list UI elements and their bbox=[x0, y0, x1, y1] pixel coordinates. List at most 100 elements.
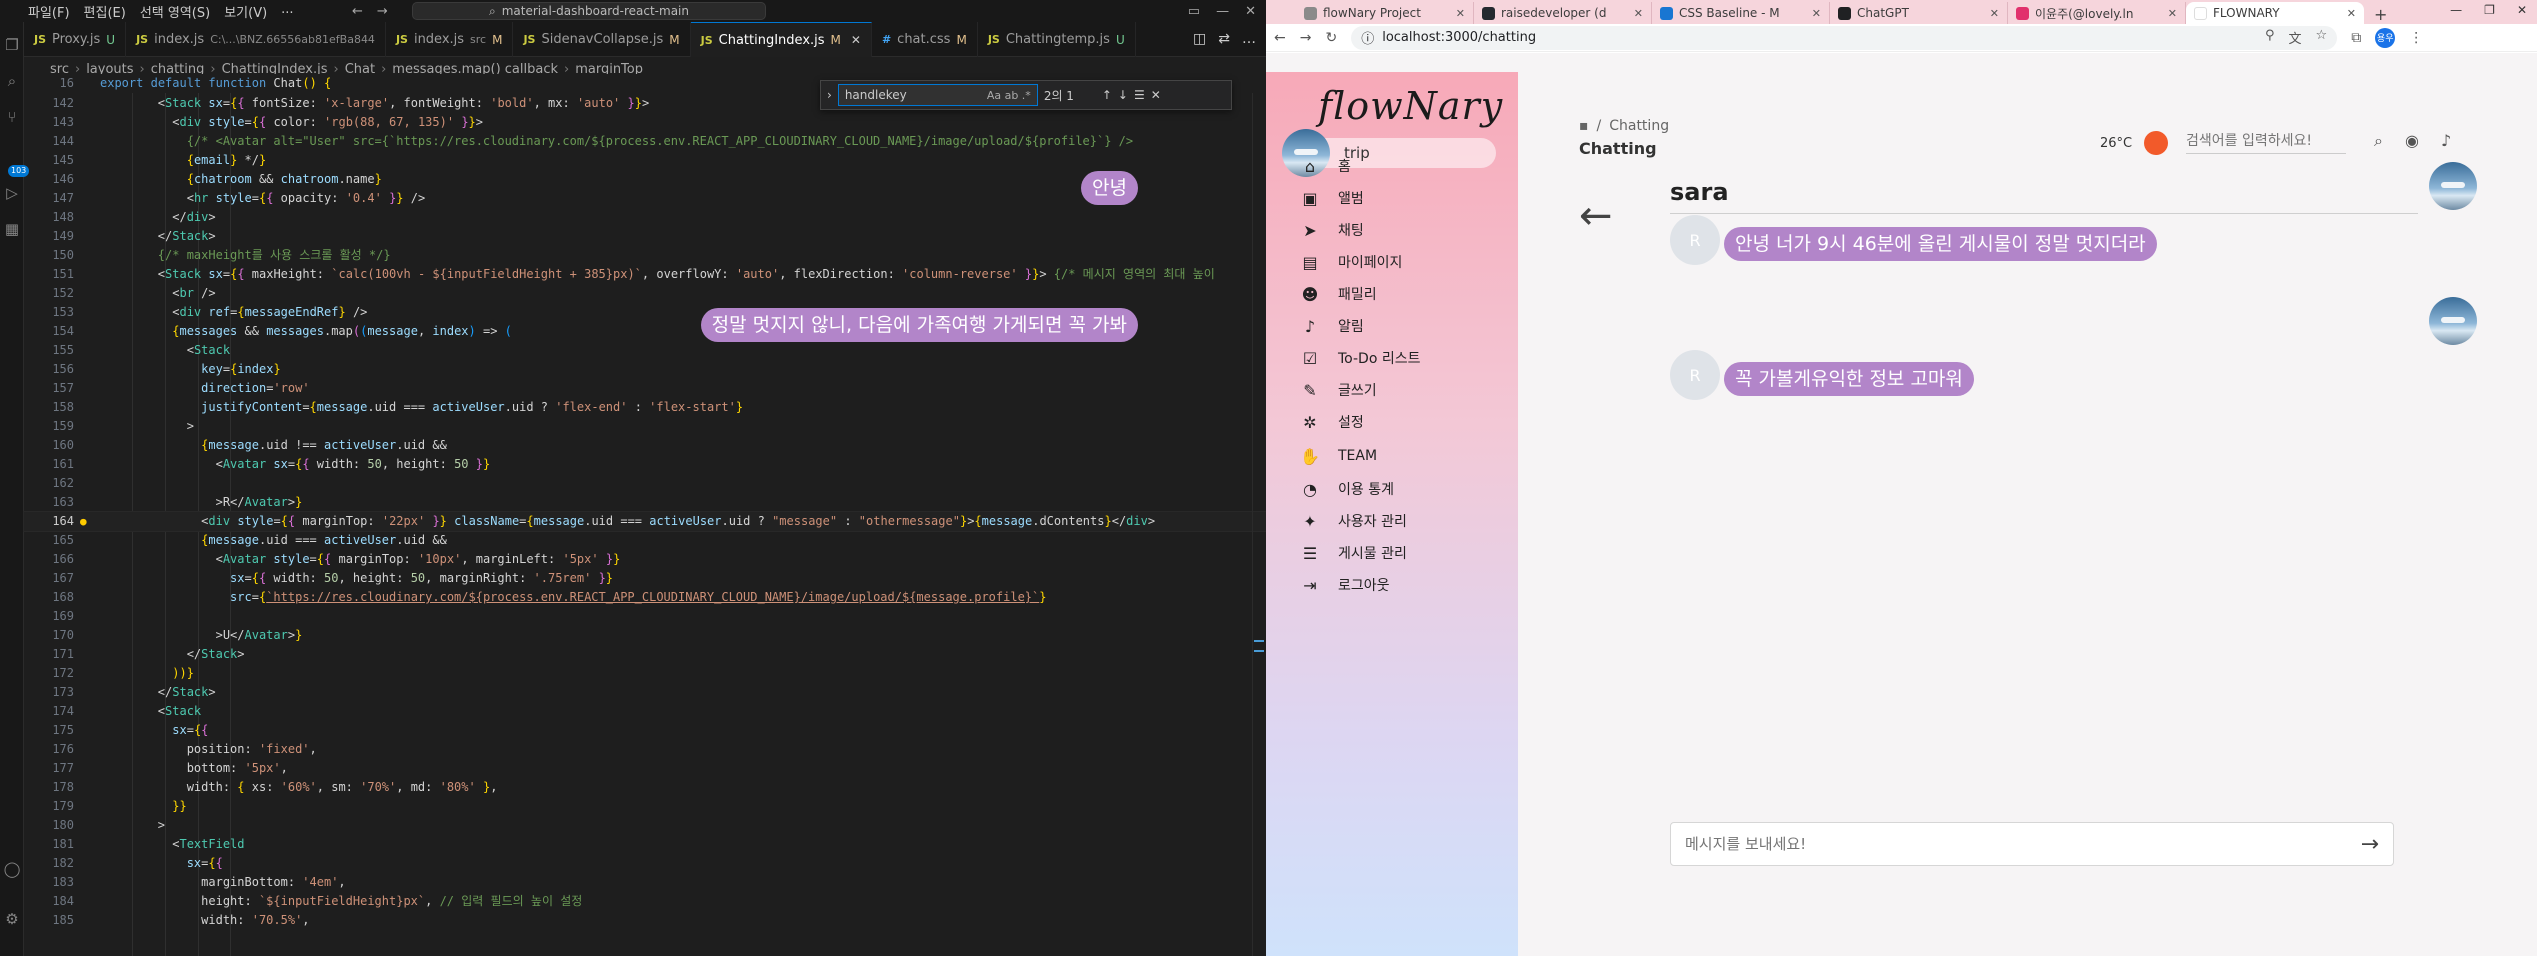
close-tab-icon[interactable]: ✕ bbox=[1634, 7, 1643, 20]
notification-bell-icon[interactable]: ♪ bbox=[2441, 131, 2451, 151]
back-arrow-icon[interactable]: ← bbox=[1274, 30, 1286, 46]
sidenav-item[interactable]: ♪ 알림 bbox=[1300, 310, 1364, 342]
close-tab-icon[interactable]: ✕ bbox=[1456, 7, 1465, 20]
sidenav-item[interactable]: ⌂ 홈 bbox=[1300, 150, 1351, 182]
forward-arrow-icon[interactable]: → bbox=[1300, 30, 1312, 46]
toggle-replace-icon[interactable]: › bbox=[827, 88, 832, 102]
browser-tab[interactable]: 이윤주(@lovely.ln ✕ bbox=[2008, 2, 2186, 24]
code-line[interactable]: 149 </Stack> bbox=[24, 227, 1266, 246]
location-icon[interactable]: ⚲ bbox=[2265, 28, 2275, 47]
code-line[interactable]: 144 {/* <Avatar alt="User" src={`https:/… bbox=[24, 132, 1266, 151]
extensions-icon[interactable]: ▦ bbox=[3, 220, 21, 238]
find-selection-icon[interactable]: ☰ bbox=[1134, 88, 1145, 102]
code-line[interactable]: 182 sx={{ bbox=[24, 854, 1266, 873]
explorer-icon[interactable]: ❐ bbox=[3, 36, 21, 54]
code-line[interactable]: 172 ))} bbox=[24, 664, 1266, 683]
close-icon[interactable]: ✕ bbox=[2517, 3, 2527, 17]
code-editor[interactable]: 16 export default function Chat() {142 <S… bbox=[23, 74, 1266, 956]
editor-tab[interactable]: # chat.css M bbox=[872, 22, 978, 57]
maximize-icon[interactable]: ❐ bbox=[2484, 3, 2495, 17]
code-line[interactable]: 176 position: 'fixed', bbox=[24, 740, 1266, 759]
home-icon[interactable]: ▪ bbox=[1579, 118, 1589, 134]
extensions-icon[interactable]: ⧉ bbox=[2351, 30, 2361, 46]
browser-tab[interactable]: CSS Baseline - M ✕ bbox=[1652, 2, 1830, 24]
site-info-icon[interactable]: ⓘ bbox=[1361, 28, 1374, 47]
command-center[interactable]: ⌕ material-dashboard-react-main bbox=[412, 2, 766, 20]
account-icon[interactable]: ◉ bbox=[2405, 131, 2419, 151]
previous-match-icon[interactable]: ↑ bbox=[1102, 88, 1112, 102]
editor-tab[interactable]: JS index.js src M bbox=[386, 22, 514, 57]
code-line[interactable]: 151 <Stack sx={{ maxHeight: `calc(100vh … bbox=[24, 265, 1266, 284]
code-line[interactable]: 177 bottom: '5px', bbox=[24, 759, 1266, 778]
next-match-icon[interactable]: ↓ bbox=[1118, 88, 1128, 102]
browser-tab[interactable]: flowNary Project ✕ bbox=[1296, 2, 1474, 24]
close-tab-icon[interactable]: ✕ bbox=[2168, 7, 2177, 20]
sidenav-item[interactable]: ✲ 설정 bbox=[1300, 406, 1363, 438]
code-line[interactable]: 147 <hr style={{ opacity: '0.4' }} /> bbox=[24, 189, 1266, 208]
sidenav-item[interactable]: ✋ TEAM bbox=[1300, 440, 1377, 472]
run-debug-icon[interactable]: ▷ bbox=[3, 184, 21, 202]
lightbulb-icon[interactable]: ● bbox=[80, 512, 87, 531]
translate-icon[interactable]: 文 bbox=[2289, 28, 2302, 47]
code-line[interactable]: 171 </Stack> bbox=[24, 645, 1266, 664]
code-line[interactable]: 145 {email} */} bbox=[24, 151, 1266, 170]
code-line[interactable]: 185 width: '70.5%', bbox=[24, 911, 1266, 930]
code-line[interactable]: 167 sx={{ width: 50, height: 50, marginR… bbox=[24, 569, 1266, 588]
back-arrow-icon[interactable]: ← bbox=[352, 4, 363, 19]
close-tab-icon[interactable]: ✕ bbox=[851, 33, 861, 47]
reload-icon[interactable]: ↻ bbox=[1325, 30, 1337, 46]
code-line[interactable]: 164 <div style={{ marginTop: '22px' }} c… bbox=[23, 511, 1266, 532]
code-line[interactable]: 169 bbox=[24, 607, 1266, 626]
find-input[interactable]: handlekey Aa ab .* bbox=[837, 84, 1038, 106]
code-line[interactable]: 165 {message.uid === activeUser.uid && bbox=[24, 531, 1266, 550]
layout-icon[interactable]: ▭ bbox=[1188, 4, 1200, 19]
close-tab-icon[interactable]: ✕ bbox=[2347, 7, 2356, 20]
code-line[interactable]: 157 direction='row' bbox=[24, 379, 1266, 398]
browser-tab[interactable]: raisedeveloper (d ✕ bbox=[1474, 2, 1652, 24]
sidenav-item[interactable]: ◔ 이용 통계 bbox=[1300, 473, 1394, 505]
editor-tab[interactable]: JS ChattingIndex.js M ✕ bbox=[690, 22, 872, 57]
editor-tab[interactable]: JS SidenavCollapse.js M bbox=[513, 22, 691, 57]
close-tab-icon[interactable]: ✕ bbox=[1990, 7, 1999, 20]
sidenav-item[interactable]: ☑ To-Do 리스트 bbox=[1300, 342, 1421, 374]
code-line[interactable]: 162 bbox=[24, 474, 1266, 493]
send-arrow-icon[interactable]: → bbox=[2361, 832, 2379, 857]
close-icon[interactable]: ✕ bbox=[1245, 4, 1256, 19]
close-tab-icon[interactable]: ✕ bbox=[1812, 7, 1821, 20]
code-line[interactable]: 175 sx={{ bbox=[24, 721, 1266, 740]
sidenav-item[interactable]: ⇥ 로그아웃 bbox=[1300, 569, 1389, 601]
sidenav-item[interactable]: ☻ 패밀리 bbox=[1300, 278, 1377, 310]
code-line[interactable]: 179 }} bbox=[24, 797, 1266, 816]
account-icon[interactable]: ◯ bbox=[3, 860, 21, 878]
code-line[interactable]: 159 > bbox=[24, 417, 1266, 436]
sidenav-item[interactable]: ➤ 채팅 bbox=[1300, 214, 1363, 246]
menu-item[interactable]: 보기(V) bbox=[224, 2, 267, 21]
new-tab-icon[interactable]: + bbox=[2364, 5, 2397, 24]
code-line[interactable]: 174 <Stack bbox=[24, 702, 1266, 721]
split-editor-icon[interactable]: ◫ bbox=[1193, 31, 1206, 47]
menu-item[interactable]: 파일(F) bbox=[28, 2, 70, 21]
editor-tab[interactable]: JS index.js C:\...\BNZ.66556ab81efBa844 bbox=[126, 22, 386, 57]
forward-arrow-icon[interactable]: → bbox=[377, 4, 388, 19]
profile-avatar[interactable]: 용우 bbox=[2375, 27, 2396, 48]
sidenav-item[interactable]: ☰ 게시물 관리 bbox=[1300, 537, 1407, 569]
menu-item[interactable]: 선택 영역(S) bbox=[140, 2, 210, 21]
sidenav-item[interactable]: ▣ 앨범 bbox=[1300, 182, 1363, 214]
code-line[interactable]: 170 >U</Avatar>} bbox=[24, 626, 1266, 645]
search-icon[interactable]: ⌕ bbox=[2374, 131, 2383, 151]
menu-item[interactable]: ... bbox=[281, 2, 293, 21]
code-line[interactable]: 155 <Stack bbox=[24, 341, 1266, 360]
minimize-icon[interactable]: — bbox=[1216, 4, 1229, 19]
menu-item[interactable]: 편집(E) bbox=[84, 2, 126, 21]
menu-icon[interactable]: ⋮ bbox=[2409, 30, 2423, 46]
code-line[interactable]: 168 src={`https://res.cloudinary.com/${p… bbox=[24, 588, 1266, 607]
code-line[interactable]: 158 justifyContent={message.uid === acti… bbox=[24, 398, 1266, 417]
code-line[interactable]: 152 <br /> bbox=[24, 284, 1266, 303]
code-line[interactable]: 173 </Stack> bbox=[24, 683, 1266, 702]
browser-tab[interactable]: FLOWNARY ✕ bbox=[2186, 2, 2364, 24]
editor-tab[interactable]: JS Proxy.js U bbox=[24, 22, 127, 57]
code-line[interactable]: 156 key={index} bbox=[24, 360, 1266, 379]
manage-gear-icon[interactable]: ⚙ bbox=[3, 910, 21, 928]
app-logo[interactable]: flowNary bbox=[1318, 84, 1503, 128]
more-icon[interactable]: … bbox=[1242, 31, 1256, 47]
